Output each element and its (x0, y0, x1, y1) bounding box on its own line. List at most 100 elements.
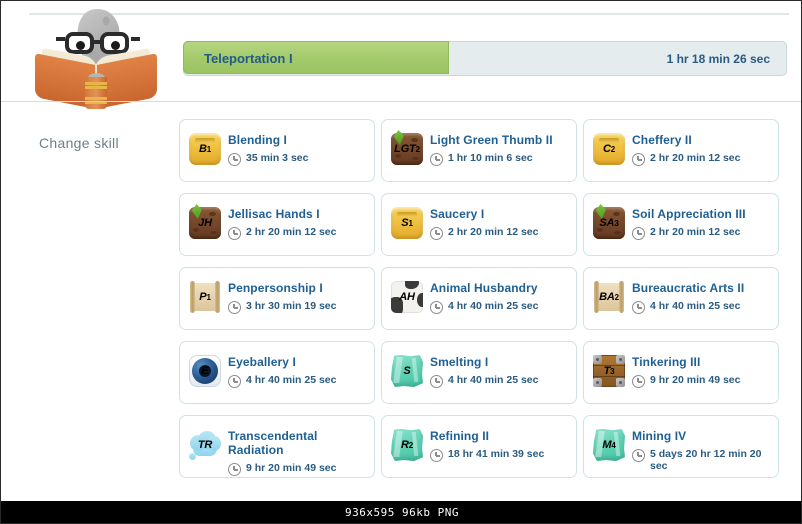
skill-title: Blending I (228, 133, 287, 147)
skill-title: Cheffery II (632, 133, 692, 147)
dirt-tile-icon: SA 3 (593, 207, 625, 239)
image-info-footer: 936x595 96kb PNG (1, 501, 801, 523)
skill-time: 2 hr 20 min 12 sec (650, 152, 741, 164)
skill-card[interactable]: JH Jellisac Hands I 2 hr 20 min 12 sec (179, 193, 375, 256)
skill-title: Eyeballery I (228, 355, 296, 369)
skill-list: B 1 Blending I 35 min 3 sec LGT 2 Light Green … (179, 119, 791, 489)
skill-title: Bureaucratic Arts II (632, 281, 745, 295)
clock-icon (430, 301, 443, 314)
skill-card[interactable]: P 1 Penpersonship I 3 hr 30 min 19 sec (179, 267, 375, 330)
skill-card[interactable]: AH Animal Husbandry 4 hr 40 min 25 sec (381, 267, 577, 330)
active-skill-time-remaining: 1 hr 18 min 26 sec (666, 52, 770, 66)
icon-abbreviation: E (201, 365, 209, 377)
clock-icon (430, 227, 443, 240)
skill-time: 18 hr 41 min 39 sec (448, 448, 545, 460)
icon-abbreviation: R2 (401, 439, 413, 451)
skill-time: 35 min 3 sec (246, 152, 309, 164)
icon-abbreviation: T3 (603, 365, 615, 377)
clock-icon (228, 227, 241, 240)
clock-icon (228, 301, 241, 314)
crystal-icon: R2 (391, 429, 423, 461)
crystal-icon: M4 (593, 429, 625, 461)
dirt-tile-icon: JH (189, 207, 221, 239)
skill-card[interactable]: R 2 Refining II 18 hr 41 min 39 sec (381, 415, 577, 478)
gold-tile-icon: B1 (189, 133, 221, 165)
icon-abbreviation: B1 (199, 143, 211, 155)
skill-title: Saucery I (430, 207, 485, 221)
skill-title: Mining IV (632, 429, 687, 443)
icon-abbreviation: AH (399, 291, 415, 303)
skill-title: Refining II (430, 429, 490, 443)
skill-time: 4 hr 40 min 25 sec (448, 374, 539, 386)
app-window: Change skill Teleportation I 1 hr 18 min… (0, 0, 802, 524)
skill-title: Tinkering III (632, 355, 701, 369)
skill-time: 4 hr 40 min 25 sec (448, 300, 539, 312)
skill-card[interactable]: S Smelting I 4 hr 40 min 25 sec (381, 341, 577, 404)
image-info-text: 936x595 96kb PNG (345, 505, 459, 519)
icon-abbreviation: TR (197, 439, 213, 451)
skill-title: Transcendental Radiation (228, 429, 318, 457)
clock-icon (228, 375, 241, 388)
clock-icon (430, 449, 443, 462)
skill-card[interactable]: T 3 Tinkering III 9 hr 20 min 49 sec (583, 341, 779, 404)
skill-time: 3 hr 30 min 19 sec (246, 300, 337, 312)
dirt-tile-icon: LGT 2 (391, 133, 423, 165)
clock-icon (632, 449, 645, 462)
gold-tile-icon: C2 (593, 133, 625, 165)
skill-time: 4 hr 40 min 25 sec (246, 374, 337, 386)
skill-time: 2 hr 20 min 12 sec (448, 226, 539, 238)
clock-icon (632, 375, 645, 388)
icon-abbreviation: JH (198, 217, 212, 229)
skill-card[interactable]: C 2 Cheffery II 2 hr 20 min 12 sec (583, 119, 779, 182)
skill-card[interactable]: TR Transcendental Radiation 9 hr 20 min 49… (179, 415, 375, 478)
skill-card[interactable]: S 1 Saucery I 2 hr 20 min 12 sec (381, 193, 577, 256)
skill-title: Animal Husbandry (430, 281, 538, 295)
icon-abbreviation: M4 (602, 439, 616, 451)
skill-time: 5 days 20 hr 12 min 20 sec (650, 448, 762, 472)
eyeball-icon: E (189, 355, 221, 387)
active-skill-label: Teleportation I (204, 51, 293, 66)
clock-icon (632, 227, 645, 240)
clock-icon (228, 463, 241, 476)
skill-time: 9 hr 20 min 49 sec (650, 374, 741, 386)
skill-time: 1 hr 10 min 6 sec (448, 152, 533, 164)
skill-card[interactable]: SA 3 Soil Appreciation III 2 hr 20 min 12 s… (583, 193, 779, 256)
clock-icon (228, 153, 241, 166)
skill-title: Jellisac Hands I (228, 207, 320, 221)
skill-card[interactable]: LGT 2 Light Green Thumb II 1 hr 10 min 6 se… (381, 119, 577, 182)
gold-tile-icon: S1 (391, 207, 423, 239)
scroll-icon: BA 2 (593, 281, 625, 313)
rock-reading-book-mascot (21, 7, 171, 109)
skill-card[interactable]: E Eyeballery I 4 hr 40 min 25 sec (179, 341, 375, 404)
skill-title: Penpersonship I (228, 281, 323, 295)
skill-card[interactable]: B 1 Blending I 35 min 3 sec (179, 119, 375, 182)
scroll-icon: P1 (189, 281, 221, 313)
skill-time: 9 hr 20 min 49 sec (246, 462, 337, 474)
skill-time: 2 hr 20 min 12 sec (650, 226, 741, 238)
skill-card[interactable]: M 4 Mining IV 5 days 20 hr 12 min 20 sec (583, 415, 779, 478)
open-book-icon (31, 48, 161, 109)
active-skill-progress-bar[interactable]: Teleportation I 1 hr 18 min 26 sec (183, 41, 787, 76)
skill-time: 4 hr 40 min 25 sec (650, 300, 741, 312)
icon-abbreviation: P1 (199, 291, 211, 303)
skill-card[interactable]: BA 2 Bureaucratic Arts II 4 hr 40 min 25 se… (583, 267, 779, 330)
cloud-icon: TR (189, 429, 221, 461)
icon-abbreviation: SA 3 (599, 217, 619, 229)
clock-icon (632, 153, 645, 166)
skill-time: 2 hr 20 min 12 sec (246, 226, 337, 238)
icon-abbreviation: S (403, 365, 411, 377)
change-skill-link[interactable]: Change skill (39, 135, 159, 151)
section-divider (1, 101, 801, 102)
icon-abbreviation: S1 (401, 217, 413, 229)
cow-hide-icon: AH (391, 281, 423, 313)
icon-abbreviation: LGT 2 (394, 143, 420, 155)
icon-abbreviation: BA 2 (599, 291, 619, 303)
crystal-icon: S (391, 355, 423, 387)
skill-title: Light Green Thumb II (430, 133, 553, 147)
clock-icon (430, 375, 443, 388)
clock-icon (632, 301, 645, 314)
skill-title: Soil Appreciation III (632, 207, 746, 221)
clock-icon (430, 153, 443, 166)
wooden-crate-icon: T3 (593, 355, 625, 387)
skill-title: Smelting I (430, 355, 489, 369)
